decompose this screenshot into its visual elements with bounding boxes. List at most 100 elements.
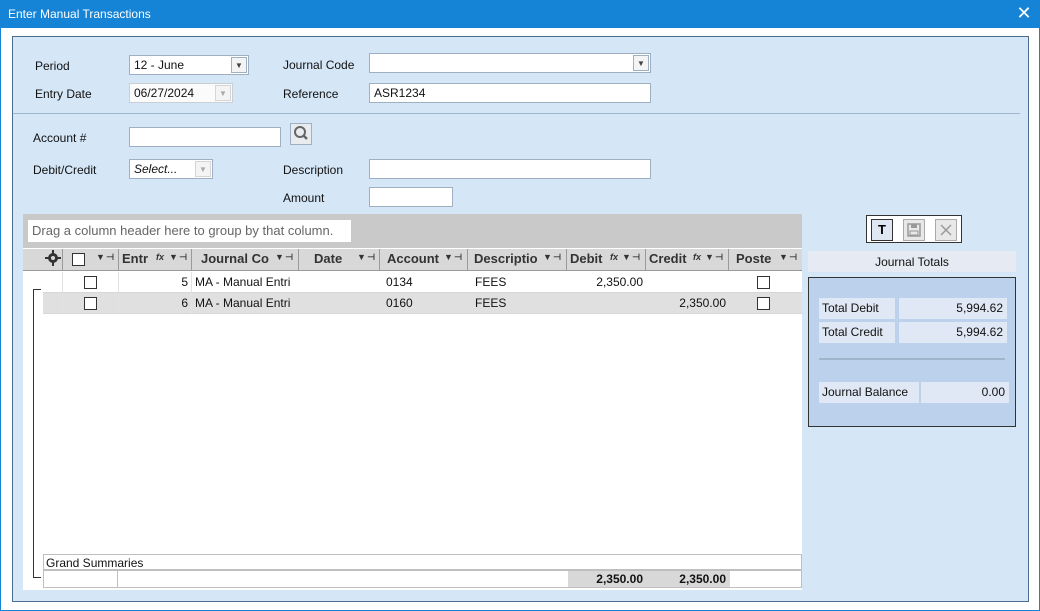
chevron-down-icon[interactable]: ▼	[633, 55, 649, 71]
row-indicator	[43, 272, 63, 293]
description-label: Description	[283, 163, 344, 177]
chevron-down-icon[interactable]: ▼	[231, 57, 247, 73]
journal-balance-label: Journal Balance	[819, 382, 919, 403]
formula-icon[interactable]: fx	[610, 252, 618, 262]
row-select-cell	[63, 272, 119, 293]
posted-checkbox[interactable]	[757, 297, 770, 310]
cell-journal: MA - Manual Entri	[195, 275, 291, 289]
grid-header: ▼ ⊣ Entr fx ▼ ⊣ Journal Co ▼ ⊣ Date ▼ ⊣ …	[23, 249, 802, 271]
amount-input[interactable]	[369, 187, 453, 207]
total-credit-value: 5,994.62	[899, 322, 1007, 343]
group-panel[interactable]: Drag a column header here to group by th…	[23, 214, 802, 248]
filter-icon[interactable]: ▼	[275, 252, 284, 262]
reference-value: ASR1234	[374, 86, 426, 100]
reference-input[interactable]: ASR1234	[369, 83, 651, 103]
chevron-down-icon[interactable]: ▼	[215, 85, 231, 101]
formula-icon[interactable]: fx	[156, 252, 164, 262]
entry-date-value: 06/27/2024	[134, 86, 195, 100]
description-input[interactable]	[369, 159, 651, 179]
debit-credit-value: Select...	[134, 162, 178, 176]
tree-line	[33, 289, 41, 290]
transactions-grid: Drag a column header here to group by th…	[23, 214, 802, 590]
title-bar: Enter Manual Transactions ✕	[0, 0, 1040, 28]
search-icon[interactable]	[290, 123, 312, 145]
pin-icon[interactable]: ⊣	[553, 252, 561, 263]
pin-icon[interactable]: ⊣	[789, 252, 797, 263]
pin-icon[interactable]: ⊣	[179, 252, 187, 263]
cell-credit	[646, 272, 729, 293]
totals-divider	[819, 358, 1005, 360]
filter-icon[interactable]: ▼	[357, 252, 366, 262]
table-row[interactable]: 6 MA - Manual Entri 0160 FEES 2,350.00	[43, 293, 802, 314]
cell-date	[299, 293, 380, 314]
grand-summaries-row: 2,350.00 2,350.00	[43, 570, 802, 588]
filter-icon[interactable]: ▼	[444, 252, 453, 262]
row-select-cell	[63, 293, 119, 314]
journal-code-select[interactable]: ▼	[369, 53, 651, 73]
grand-summaries-title: Grand Summaries	[43, 554, 802, 570]
gear-icon[interactable]	[43, 249, 63, 271]
col-header-date-label: Date	[314, 251, 343, 266]
period-label: Period	[35, 59, 70, 73]
cell-description: FEES	[475, 296, 507, 310]
journal-code-label: Journal Code	[283, 58, 355, 72]
filter-icon[interactable]: ▼	[96, 252, 105, 262]
select-all-checkbox[interactable]	[72, 253, 85, 266]
col-header-debit[interactable]: Debit fx ▼ ⊣	[567, 249, 646, 271]
journal-totals-header: Journal Totals	[808, 251, 1016, 272]
filter-icon[interactable]: ▼	[622, 252, 631, 262]
window-title: Enter Manual Transactions	[8, 7, 151, 21]
group-hint: Drag a column header here to group by th…	[28, 220, 351, 242]
account-input[interactable]	[129, 127, 281, 147]
filter-icon[interactable]: ▼	[543, 252, 552, 262]
col-header-date[interactable]: Date ▼ ⊣	[299, 249, 380, 271]
cell-credit: 2,350.00	[679, 296, 726, 310]
app-window: Enter Manual Transactions ✕ Period 12 - …	[0, 0, 1040, 611]
col-header-journal[interactable]: Journal Co ▼ ⊣	[192, 249, 299, 271]
pin-icon[interactable]: ⊣	[106, 252, 114, 263]
col-header-posted[interactable]: Poste ▼ ⊣	[729, 249, 802, 271]
filter-icon[interactable]: ▼	[779, 252, 788, 262]
cell-description: FEES	[475, 275, 507, 289]
window-client: Period 12 - June ▼ Entry Date 06/27/2024…	[1, 28, 1039, 610]
col-header-debit-label: Debit	[570, 251, 603, 266]
col-header-entry[interactable]: Entr fx ▼ ⊣	[119, 249, 192, 271]
debit-credit-select[interactable]: Select... ▼	[129, 159, 213, 179]
posted-checkbox[interactable]	[757, 276, 770, 289]
summary-credit: 2,350.00	[647, 571, 730, 587]
row-checkbox[interactable]	[84, 276, 97, 289]
cell-entry: 6	[119, 293, 192, 314]
cell-account: 0160	[386, 296, 413, 310]
table-row[interactable]: 5 MA - Manual Entri 0134 FEES 2,350.00	[43, 272, 802, 293]
col-header-credit[interactable]: Credit fx ▼ ⊣	[646, 249, 729, 271]
cell-entry: 5	[119, 272, 192, 293]
save-icon[interactable]	[903, 219, 925, 241]
formula-icon[interactable]: fx	[693, 252, 701, 262]
tree-line	[33, 577, 41, 578]
total-debit-label: Total Debit	[819, 298, 895, 319]
entry-date-field[interactable]: 06/27/2024 ▼	[129, 83, 233, 103]
reference-label: Reference	[283, 87, 339, 101]
main-panel: Period 12 - June ▼ Entry Date 06/27/2024…	[12, 36, 1029, 602]
pin-icon[interactable]: ⊣	[285, 252, 293, 263]
filter-icon[interactable]: ▼	[705, 252, 714, 262]
summary-spacer	[44, 571, 118, 587]
cancel-icon[interactable]	[935, 219, 957, 241]
col-header-posted-label: Poste	[736, 251, 772, 266]
amount-label: Amount	[283, 191, 325, 205]
pin-icon[interactable]: ⊣	[454, 252, 462, 263]
pin-icon[interactable]: ⊣	[632, 252, 640, 263]
row-checkbox[interactable]	[84, 297, 97, 310]
chevron-down-icon[interactable]: ▼	[195, 161, 211, 177]
cell-date	[299, 272, 380, 293]
summary-debit: 2,350.00	[568, 571, 647, 587]
close-icon[interactable]: ✕	[1014, 4, 1034, 24]
totals-icon[interactable]: T	[871, 219, 893, 241]
col-header-account[interactable]: Account ▼ ⊣	[380, 249, 468, 271]
period-select[interactable]: 12 - June ▼	[129, 55, 249, 75]
pin-icon[interactable]: ⊣	[367, 252, 375, 263]
col-header-description[interactable]: Descriptio ▼ ⊣	[468, 249, 567, 271]
filter-icon[interactable]: ▼	[169, 252, 178, 262]
pin-icon[interactable]: ⊣	[715, 252, 723, 263]
col-header-description-label: Descriptio	[474, 251, 538, 266]
